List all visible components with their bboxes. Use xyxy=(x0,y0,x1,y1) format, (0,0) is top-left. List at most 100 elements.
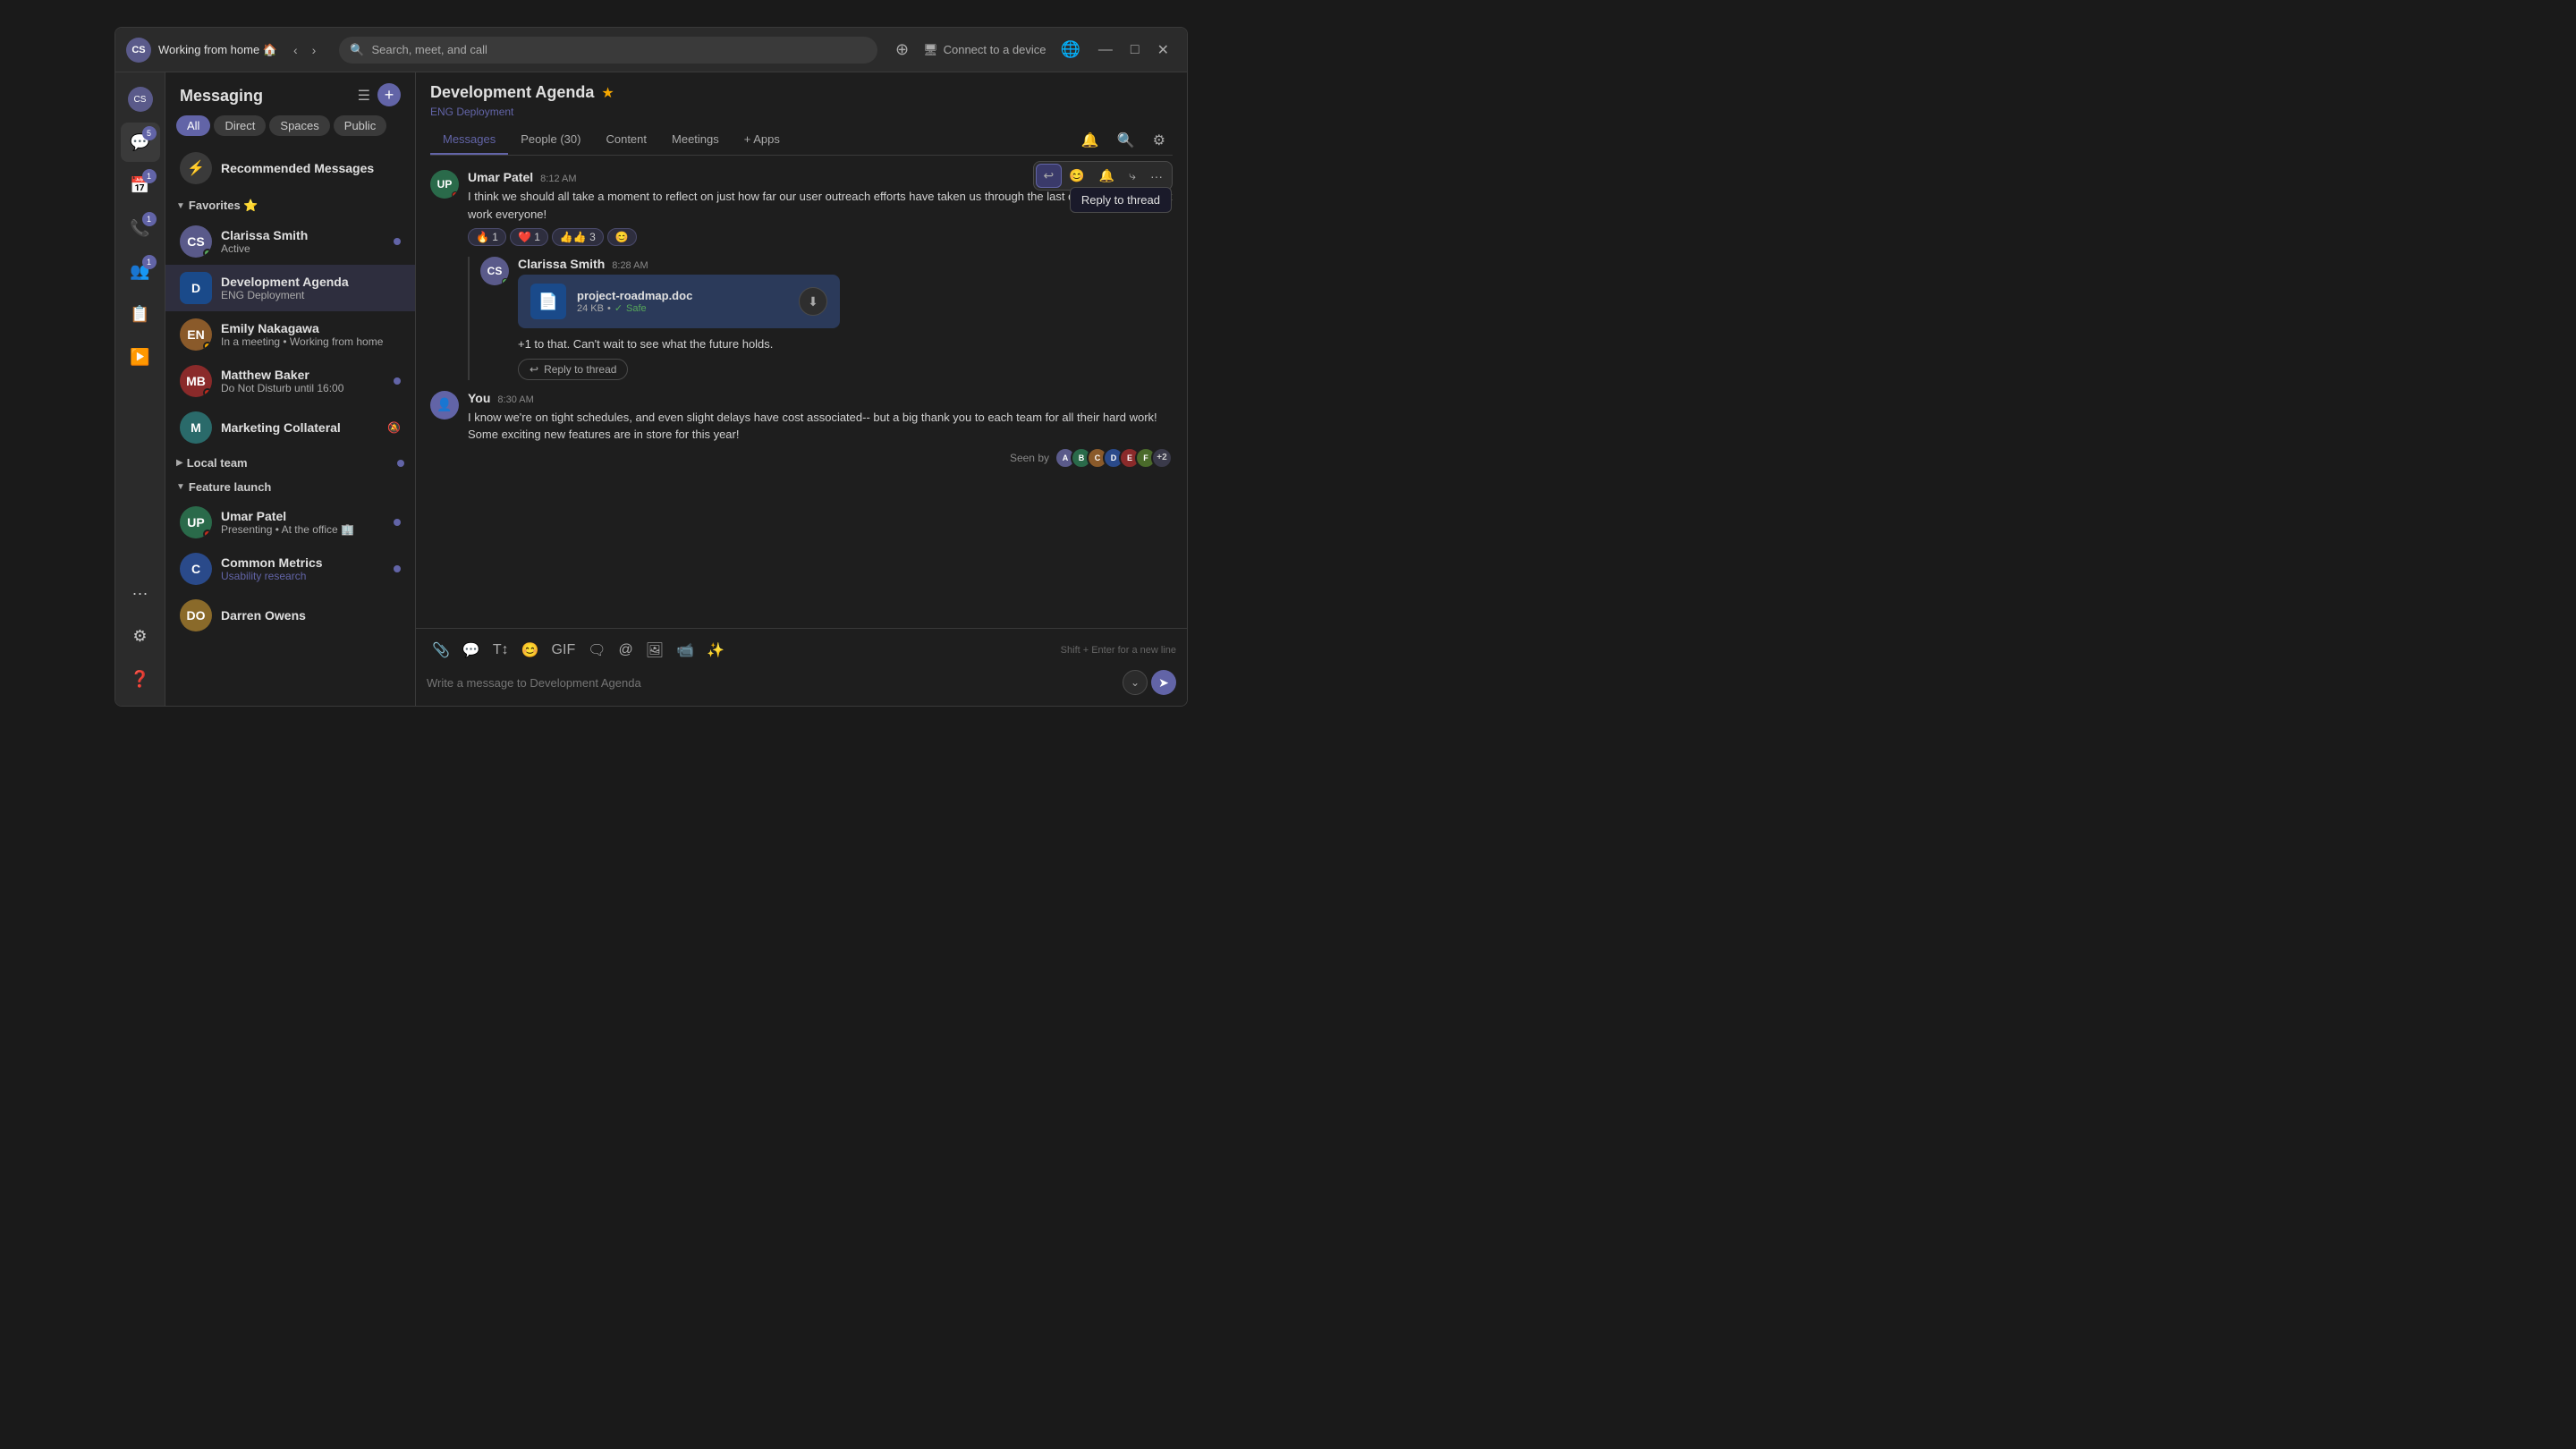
umar-info: Umar Patel Presenting • At the office 🏢 xyxy=(221,509,385,536)
user-avatar[interactable]: CS xyxy=(126,38,151,63)
tab-apps[interactable]: + Apps xyxy=(732,125,792,155)
rail-item-messaging[interactable]: 💬 5 xyxy=(121,123,160,162)
tab-public[interactable]: Public xyxy=(334,115,386,136)
dev-agenda-name: Development Agenda xyxy=(221,275,401,289)
clarissa-thread-text: +1 to that. Can't wait to see what the f… xyxy=(518,335,1173,353)
schedule-button[interactable]: 📹 xyxy=(671,636,699,665)
reaction-smile[interactable]: 😊 xyxy=(607,228,637,246)
emily-status-dot xyxy=(203,342,212,351)
rail-item-webex[interactable]: ▶️ xyxy=(121,337,160,377)
contact-clarissa[interactable]: CS Clarissa Smith Active xyxy=(165,218,415,265)
tab-spaces[interactable]: Spaces xyxy=(269,115,329,136)
rail-item-settings[interactable]: ⚙ xyxy=(121,616,160,656)
contact-darren[interactable]: DO Darren Owens xyxy=(165,592,415,639)
notifications-button[interactable]: 🔔 xyxy=(1074,126,1106,155)
emoji-button[interactable]: 😊 xyxy=(516,636,545,665)
rail-item-calendar[interactable]: 📅 1 xyxy=(121,165,160,205)
calls-badge: 1 xyxy=(142,212,157,226)
search-bar[interactable]: 🔍 Search, meet, and call xyxy=(339,37,877,64)
connect-button[interactable]: 🖥 Connect to a device xyxy=(916,39,1053,61)
help-icon: ❓ xyxy=(130,670,149,689)
chevron-right-icon: ▶ xyxy=(176,458,183,468)
sidebar-menu-button[interactable]: ☰ xyxy=(354,83,374,108)
reply-to-thread-button[interactable]: ↩ Reply to thread xyxy=(518,359,628,380)
emoji-reaction-action[interactable]: 😊 xyxy=(1062,164,1091,188)
reaction-heart[interactable]: ❤️ 1 xyxy=(510,228,548,246)
add-button[interactable]: ⊕ xyxy=(895,40,909,59)
close-button[interactable]: ✕ xyxy=(1150,38,1176,63)
reply-thread-label: Reply to thread xyxy=(544,363,616,376)
maximize-button[interactable]: □ xyxy=(1123,38,1147,63)
tab-meetings[interactable]: Meetings xyxy=(659,125,732,155)
contact-marketing[interactable]: M Marketing Collateral 🔕 xyxy=(165,404,415,451)
left-rail: CS 💬 5 📅 1 📞 1 👥 1 📋 ▶️ xyxy=(115,72,165,706)
you-msg-header: You 8:30 AM xyxy=(468,391,1173,405)
seen-by-row: Seen by A B C D E F +2 xyxy=(468,444,1173,472)
message-actions-toolbar: ↩ 😊 🔔 ⤷ ··· Reply to thread xyxy=(1033,161,1173,191)
alert-action[interactable]: 🔔 xyxy=(1092,164,1122,188)
reply-thread-action[interactable]: ↩ xyxy=(1036,164,1063,188)
emily-info: Emily Nakagawa In a meeting • Working fr… xyxy=(221,321,401,348)
webex-play-icon: ▶️ xyxy=(130,348,149,367)
back-button[interactable]: ‹ xyxy=(288,39,303,61)
chat-header-actions: 🔔 🔍 ⚙ xyxy=(1074,126,1173,155)
dev-agenda-avatar: D xyxy=(180,272,212,304)
tab-messages[interactable]: Messages xyxy=(430,125,508,155)
rail-item-people[interactable]: 👥 1 xyxy=(121,251,160,291)
rail-item-calls[interactable]: 📞 1 xyxy=(121,208,160,248)
section-local-team[interactable]: ▶ Local team xyxy=(165,451,415,475)
clarissa-thread-author: Clarissa Smith xyxy=(518,257,605,271)
tab-content[interactable]: Content xyxy=(593,125,659,155)
search-button[interactable]: 🔍 xyxy=(1110,126,1142,155)
tab-all[interactable]: All xyxy=(176,115,210,136)
forward-button[interactable]: › xyxy=(307,39,322,61)
text-format-button[interactable]: T↕ xyxy=(487,637,514,664)
send-button[interactable]: ➤ xyxy=(1151,670,1176,695)
umar-unread-badge xyxy=(394,519,401,526)
ai-button[interactable]: ✨ xyxy=(701,636,730,665)
umar-status-dot xyxy=(203,530,212,538)
section-favorites[interactable]: ▼ Favorites ⭐ xyxy=(165,193,415,218)
sidebar-scroll[interactable]: ⚡ Recommended Messages ▼ Favorites ⭐ CS … xyxy=(165,143,415,706)
scroll-down-button[interactable]: ⌄ xyxy=(1123,670,1148,695)
chat-quote-button[interactable]: 💬 xyxy=(457,636,486,665)
tab-direct[interactable]: Direct xyxy=(214,115,266,136)
attach-button[interactable]: 📎 xyxy=(427,636,455,665)
contact-matthew[interactable]: MB Matthew Baker Do Not Disturb until 16… xyxy=(165,358,415,404)
gif-button[interactable]: GIF xyxy=(547,637,581,664)
title-bar: CS Working from home 🏠 ‹ › 🔍 Search, mee… xyxy=(115,28,1187,72)
forward-action[interactable]: ⤷ xyxy=(1122,164,1143,188)
more-actions[interactable]: ··· xyxy=(1143,164,1170,188)
rail-item-more[interactable]: ··· xyxy=(121,573,160,613)
composer-input[interactable] xyxy=(427,676,1115,690)
section-feature-launch[interactable]: ▼ Feature launch xyxy=(165,475,415,499)
chat-star-icon[interactable]: ★ xyxy=(601,84,614,102)
minimize-button[interactable]: — xyxy=(1091,38,1120,63)
rail-item-avatar[interactable]: CS xyxy=(121,80,160,119)
settings-button[interactable]: ⚙ xyxy=(1146,126,1173,155)
window-title: Working from home 🏠 xyxy=(158,43,277,57)
marketing-muted-icon: 🔕 xyxy=(387,421,401,434)
reaction-thumbs[interactable]: 👍👍 3 xyxy=(552,228,604,246)
contact-emily[interactable]: EN Emily Nakagawa In a meeting • Working… xyxy=(165,311,415,358)
screenshot-button[interactable]: 🖼 xyxy=(640,636,669,665)
sidebar-add-button[interactable]: + xyxy=(377,83,401,106)
contact-umar[interactable]: UP Umar Patel Presenting • At the office… xyxy=(165,499,415,546)
contact-dev-agenda[interactable]: D Development Agenda ENG Deployment xyxy=(165,265,415,311)
search-icon: 🔍 xyxy=(350,43,364,57)
chevron-down-icon: ▼ xyxy=(176,201,185,211)
local-team-label: Local team xyxy=(187,456,394,470)
recommended-messages-item[interactable]: ⚡ Recommended Messages xyxy=(165,143,415,193)
contact-common-metrics[interactable]: C Common Metrics Usability research xyxy=(165,546,415,592)
sticker-button[interactable]: 🗨 xyxy=(582,636,611,665)
more-icon: ··· xyxy=(132,584,148,603)
rail-item-contacts[interactable]: 📋 xyxy=(121,294,160,334)
matthew-name: Matthew Baker xyxy=(221,368,385,382)
file-download-button[interactable]: ⬇ xyxy=(799,287,827,316)
reaction-fire[interactable]: 🔥 1 xyxy=(468,228,506,246)
tab-people[interactable]: People (30) xyxy=(508,125,593,155)
rail-item-help[interactable]: ❓ xyxy=(121,659,160,699)
mention-button[interactable]: @ xyxy=(614,637,639,664)
messages-area[interactable]: UP Umar Patel 8:12 AM I think we should … xyxy=(416,156,1187,628)
umar-msg-author: Umar Patel xyxy=(468,170,533,184)
